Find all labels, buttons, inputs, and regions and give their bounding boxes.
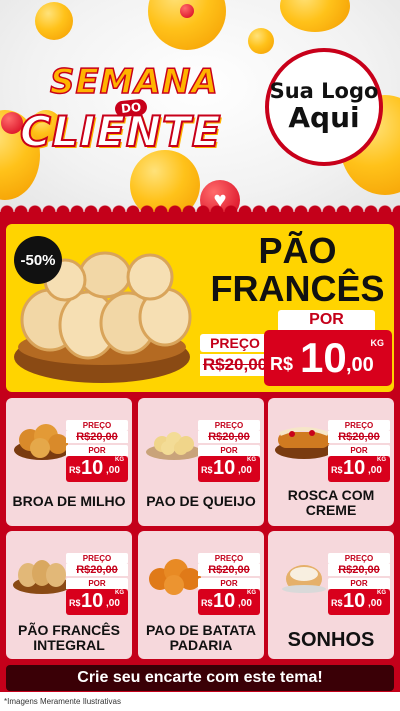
unit-label: KG <box>247 590 256 596</box>
price-decimal: ,00 <box>106 598 120 609</box>
price-label: PREÇO <box>328 420 390 431</box>
new-price: R$ 10,00 KG <box>328 589 390 615</box>
product-card: PREÇO R$20,00 POR R$ 10,00 KG PAO DE QUEIJO <box>138 398 264 526</box>
product-price-box: PREÇO R$20,00 POR R$ 10,00 KG <box>328 553 390 615</box>
product-card: PREÇO R$20,00 POR R$ 10,00 KG PÃO FRANCÊS INTE… <box>6 531 132 659</box>
campaign-title-line1: SEMANA <box>49 61 219 103</box>
featured-title-line2: FRANCÊS <box>210 267 385 309</box>
header-banner: ♥ SEMANA DO CLIENTE Sua Logo Aqui <box>0 0 400 215</box>
currency-symbol: R$ <box>69 465 81 475</box>
price-decimal: ,00 <box>346 354 374 376</box>
por-label: POR <box>66 445 128 456</box>
product-price-box: PREÇO R$20,00 POR R$ 10,00 KG <box>198 553 260 615</box>
currency-symbol: R$ <box>201 598 213 608</box>
por-label: POR <box>328 578 390 589</box>
product-name: PAO DE QUEIJO <box>146 493 256 509</box>
price-label: PREÇO <box>66 553 128 564</box>
product-card: PREÇO R$20,00 POR R$ 10,00 KG PAO DE BATATA PA… <box>138 531 264 659</box>
currency-symbol: R$ <box>331 598 343 608</box>
product-image <box>275 427 333 459</box>
unit-label: KG <box>115 590 124 596</box>
price-decimal: ,00 <box>368 465 382 476</box>
product-name: PAO DE BATATA PADARIA <box>146 622 256 654</box>
featured-title-line1: PÃO <box>258 230 337 271</box>
price-integer: 10 <box>213 457 236 479</box>
new-price: R$ 10,00 KG <box>328 456 390 482</box>
product-name: SONHOS <box>287 629 375 651</box>
price-label: PREÇO <box>200 334 270 352</box>
price-decimal: ,00 <box>238 465 252 476</box>
currency-symbol: R$ <box>69 598 81 608</box>
unit-label: KG <box>377 457 386 463</box>
currency-symbol: R$ <box>331 465 343 475</box>
old-price: R$20,00 <box>328 431 390 443</box>
product-image <box>13 560 71 594</box>
logo-placeholder: Sua Logo Aqui <box>265 48 383 166</box>
product-name: ROSCA COM CREME <box>287 487 375 519</box>
cta-banner[interactable]: Crie seu encarte com este tema! <box>6 665 394 691</box>
price-label: PREÇO <box>198 553 260 564</box>
new-price: R$ 10,00 KG <box>198 456 260 482</box>
price-integer: 10 <box>343 590 366 612</box>
currency-symbol: R$ <box>201 465 213 475</box>
old-price: R$20,00 <box>66 564 128 576</box>
product-price-box: PREÇO R$20,00 POR R$ 10,00 KG <box>66 553 128 615</box>
unit-label: KG <box>370 338 385 348</box>
campaign-title-line3: CLIENTE <box>19 106 222 157</box>
logo-text-line1: Sua Logo <box>269 79 379 104</box>
heart-bubble-icon <box>180 4 194 18</box>
por-label: POR <box>278 310 375 330</box>
price-decimal: ,00 <box>106 465 120 476</box>
logo-text-line2: Aqui <box>288 101 360 135</box>
old-price: R$20,00 <box>198 431 260 443</box>
product-name: PÃO FRANCÊS INTEGRAL <box>18 622 120 654</box>
price-label: PREÇO <box>328 553 390 564</box>
price-integer: 10 <box>81 457 104 479</box>
product-price-box: PREÇO R$20,00 POR R$ 10,00 KG <box>66 420 128 482</box>
scalloped-divider <box>0 205 400 219</box>
old-price: R$20,00 <box>200 354 270 376</box>
price-decimal: ,00 <box>368 598 382 609</box>
por-label: POR <box>198 578 260 589</box>
product-image <box>149 559 201 595</box>
product-image <box>14 424 70 460</box>
unit-label: KG <box>247 457 256 463</box>
unit-label: KG <box>377 590 386 596</box>
product-price-box: PREÇO R$20,00 POR R$ 10,00 KG <box>198 420 260 482</box>
price-label: PREÇO <box>66 420 128 431</box>
por-label: POR <box>328 445 390 456</box>
old-price: R$20,00 <box>198 564 260 576</box>
price-integer: 10 <box>343 457 366 479</box>
smiley-emoji-icon <box>280 0 350 32</box>
price-integer: 10 <box>300 334 347 381</box>
unit-label: KG <box>115 457 124 463</box>
featured-product-title: PÃO FRANCÊS <box>205 232 390 308</box>
price-label: PREÇO <box>198 420 260 431</box>
disclaimer: *Imagens Meramente Ilustrativas <box>0 692 400 711</box>
price-decimal: ,00 <box>238 598 252 609</box>
price-integer: 10 <box>81 590 104 612</box>
product-name: BROA DE MILHO <box>12 493 126 509</box>
smiley-emoji-icon <box>35 2 73 40</box>
smiley-emoji-icon <box>248 28 274 54</box>
product-image <box>282 565 326 593</box>
featured-old-price-box: PREÇO R$20,00 <box>200 334 270 376</box>
por-label: POR <box>198 445 260 456</box>
new-price: R$ 10,00 KG <box>66 456 128 482</box>
product-card: PREÇO R$20,00 POR R$ 10,00 KG SONHOS <box>268 531 394 659</box>
featured-new-price: R$ 10 ,00 KG <box>264 330 392 386</box>
currency-symbol: R$ <box>270 354 294 374</box>
product-image <box>146 432 202 460</box>
old-price: R$20,00 <box>328 564 390 576</box>
price-integer: 10 <box>213 590 236 612</box>
product-price-box: PREÇO R$20,00 POR R$ 10,00 KG <box>328 420 390 482</box>
old-price: R$20,00 <box>66 431 128 443</box>
new-price: R$ 10,00 KG <box>198 589 260 615</box>
product-card: PREÇO R$20,00 POR R$ 10,00 KG BROA DE MILHO <box>6 398 132 526</box>
discount-badge: -50% <box>14 236 62 284</box>
new-price: R$ 10,00 KG <box>66 589 128 615</box>
por-label: POR <box>66 578 128 589</box>
campaign-title: SEMANA DO CLIENTE <box>19 61 255 157</box>
product-card: PREÇO R$20,00 POR R$ 10,00 KG ROSCA COM CREME <box>268 398 394 526</box>
